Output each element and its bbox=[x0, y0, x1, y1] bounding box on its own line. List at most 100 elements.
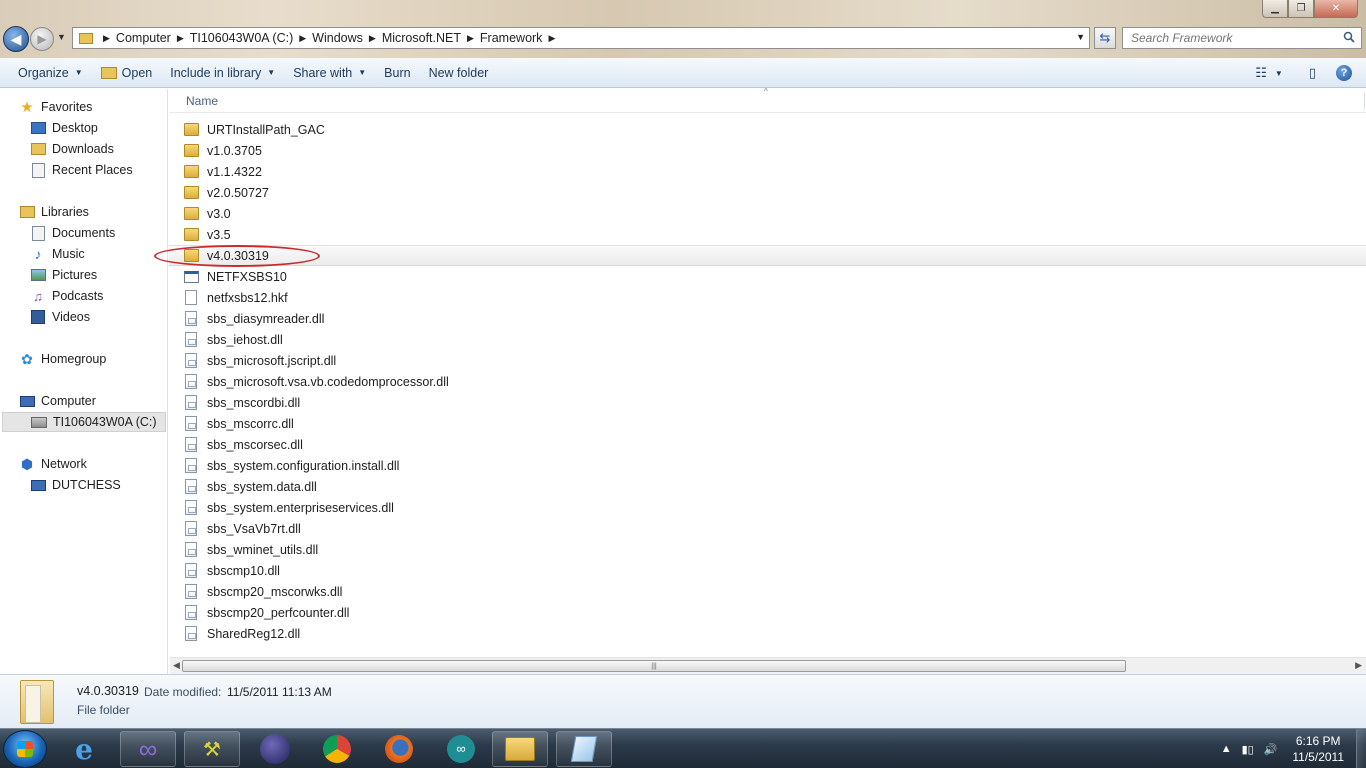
file-row[interactable]: v1.1.4322 bbox=[183, 161, 1366, 182]
sidebar-item-computer[interactable]: Computer bbox=[19, 391, 96, 411]
address-history-dropdown[interactable]: ▼ bbox=[1076, 32, 1085, 42]
sidebar-item-desktop[interactable]: Desktop bbox=[30, 118, 98, 138]
recent-places-icon bbox=[31, 162, 45, 178]
sidebar-item-homegroup[interactable]: ✿ Homegroup bbox=[19, 349, 106, 369]
scrollbar-thumb[interactable]: ||| bbox=[182, 660, 1126, 672]
file-row[interactable]: sbs_system.configuration.install.dll bbox=[183, 455, 1366, 476]
share-with-menu[interactable]: Share with ▼ bbox=[284, 58, 375, 87]
chevron-right-icon[interactable]: ▶ bbox=[299, 33, 306, 44]
change-view-icon[interactable]: ☷ bbox=[1255, 65, 1267, 81]
back-button[interactable]: ◀ bbox=[3, 26, 29, 52]
include-in-library-menu[interactable]: Include in library ▼ bbox=[161, 58, 284, 87]
file-row[interactable]: sbs_microsoft.vsa.vb.codedomprocessor.dl… bbox=[183, 371, 1366, 392]
taskbar-visual-studio[interactable]: ∞ bbox=[120, 731, 176, 767]
taskbar-chrome[interactable] bbox=[309, 731, 365, 767]
breadcrumb-computer[interactable]: Computer bbox=[116, 31, 171, 45]
taskbar-tools[interactable]: ⚒ bbox=[184, 731, 240, 767]
network-status-icon[interactable]: ▮▯ bbox=[1242, 743, 1254, 756]
sidebar-item-libraries[interactable]: Libraries bbox=[19, 202, 89, 222]
taskbar-arduino[interactable]: ∞ bbox=[433, 731, 489, 767]
preview-pane-icon[interactable]: ▯ bbox=[1309, 65, 1316, 81]
chevron-right-icon[interactable]: ▶ bbox=[548, 33, 555, 44]
sidebar-item-videos[interactable]: Videos bbox=[30, 307, 90, 327]
file-row[interactable]: sbs_mscorsec.dll bbox=[183, 434, 1366, 455]
search-box[interactable] bbox=[1122, 27, 1362, 49]
breadcrumb-drive[interactable]: TI106043W0A (C:) bbox=[190, 31, 294, 45]
file-row[interactable]: v1.0.3705 bbox=[183, 140, 1366, 161]
start-button[interactable] bbox=[3, 730, 47, 768]
file-row[interactable]: v3.5 bbox=[183, 224, 1366, 245]
column-header-name[interactable]: Name bbox=[186, 94, 218, 108]
breadcrumb-framework[interactable]: Framework bbox=[480, 31, 543, 45]
close-button[interactable]: ✕ bbox=[1314, 0, 1358, 18]
sidebar-item-downloads[interactable]: Downloads bbox=[30, 139, 114, 159]
sidebar-item-label: Computer bbox=[41, 394, 96, 408]
breadcrumb-windows[interactable]: Windows bbox=[312, 31, 363, 45]
minimize-button[interactable]: ▁ bbox=[1262, 0, 1288, 18]
file-row[interactable]: sbs_VsaVb7rt.dll bbox=[183, 518, 1366, 539]
file-row[interactable]: sbs_microsoft.jscript.dll bbox=[183, 350, 1366, 371]
chevron-right-icon[interactable]: ▶ bbox=[177, 33, 184, 44]
sidebar-item-drive-c[interactable]: TI106043W0A (C:) bbox=[2, 412, 166, 432]
file-row[interactable]: v2.0.50727 bbox=[183, 182, 1366, 203]
navigation-pane: ★ Favorites Desktop Downloads Recent Pla… bbox=[0, 89, 168, 674]
breadcrumb-microsoft-net[interactable]: Microsoft.NET bbox=[382, 31, 461, 45]
file-row[interactable]: NETFXSBS10 bbox=[183, 266, 1366, 287]
sidebar-item-podcasts[interactable]: ♫ Podcasts bbox=[30, 286, 103, 306]
refresh-button[interactable]: ⇆ bbox=[1094, 27, 1116, 49]
sidebar-item-dutchess[interactable]: DUTCHESS bbox=[30, 475, 121, 495]
file-row[interactable]: sbs_system.data.dll bbox=[183, 476, 1366, 497]
file-row[interactable]: v4.0.30319 bbox=[169, 245, 1366, 266]
share-with-label: Share with bbox=[293, 65, 353, 80]
sidebar-item-documents[interactable]: Documents bbox=[30, 223, 115, 243]
horizontal-scrollbar[interactable]: ◀ ||| ▶ bbox=[170, 657, 1366, 674]
sidebar-item-pictures[interactable]: Pictures bbox=[30, 265, 97, 285]
sidebar-item-network[interactable]: ⬢ Network bbox=[19, 454, 87, 474]
address-bar[interactable]: ▶ Computer ▶ TI106043W0A (C:) ▶ Windows … bbox=[72, 27, 1090, 49]
open-button[interactable]: Open bbox=[92, 58, 162, 87]
file-row[interactable]: sbscmp10.dll bbox=[183, 560, 1366, 581]
file-row[interactable]: sbs_system.enterpriseservices.dll bbox=[183, 497, 1366, 518]
new-folder-button[interactable]: New folder bbox=[420, 58, 498, 87]
file-row[interactable]: netfxsbs12.hkf bbox=[183, 287, 1366, 308]
volume-icon[interactable]: 🔊 bbox=[1264, 743, 1278, 756]
file-row[interactable]: SharedReg12.dll bbox=[183, 623, 1366, 644]
file-row[interactable]: sbs_wminet_utils.dll bbox=[183, 539, 1366, 560]
sidebar-item-music[interactable]: ♪ Music bbox=[30, 244, 85, 264]
file-row[interactable]: sbs_iehost.dll bbox=[183, 329, 1366, 350]
taskbar-internet-explorer[interactable]: e bbox=[56, 731, 112, 767]
file-row[interactable]: sbs_mscorrc.dll bbox=[183, 413, 1366, 434]
show-desktop-button[interactable] bbox=[1356, 729, 1366, 768]
maximize-button[interactable]: ❐ bbox=[1288, 0, 1314, 18]
file-row[interactable]: sbs_diasymreader.dll bbox=[183, 308, 1366, 329]
file-icon bbox=[183, 290, 199, 306]
file-row[interactable]: sbscmp20_mscorwks.dll bbox=[183, 581, 1366, 602]
chevron-right-icon[interactable]: ▶ bbox=[369, 33, 376, 44]
chevron-right-icon[interactable]: ▶ bbox=[467, 33, 474, 44]
organize-menu[interactable]: Organize ▼ bbox=[0, 58, 92, 87]
search-input[interactable] bbox=[1131, 31, 1331, 45]
notepad-icon bbox=[570, 736, 598, 762]
file-row[interactable]: URTInstallPath_GAC bbox=[183, 119, 1366, 140]
file-row[interactable]: v3.0 bbox=[183, 203, 1366, 224]
scroll-right-icon[interactable]: ▶ bbox=[1355, 660, 1362, 671]
search-icon[interactable] bbox=[1343, 31, 1355, 43]
taskbar-notepad[interactable] bbox=[556, 731, 612, 767]
taskbar-windows-explorer[interactable] bbox=[492, 731, 548, 767]
sidebar-item-favorites[interactable]: ★ Favorites bbox=[19, 97, 92, 117]
taskbar-firefox[interactable] bbox=[371, 731, 427, 767]
burn-button[interactable]: Burn bbox=[375, 58, 419, 87]
clock[interactable]: 6:16 PM 11/5/2011 bbox=[1292, 733, 1344, 765]
file-row[interactable]: sbs_mscordbi.dll bbox=[183, 392, 1366, 413]
show-hidden-icons-icon[interactable]: ▲ bbox=[1221, 743, 1232, 755]
help-icon[interactable]: ? bbox=[1336, 65, 1352, 81]
file-name: sbs_system.enterpriseservices.dll bbox=[207, 500, 394, 515]
chevron-right-icon[interactable]: ▶ bbox=[103, 33, 110, 44]
sidebar-item-recent-places[interactable]: Recent Places bbox=[30, 160, 133, 180]
recent-pages-dropdown[interactable]: ▼ bbox=[57, 32, 66, 42]
view-options-dropdown[interactable]: ▼ bbox=[1275, 69, 1283, 78]
scroll-left-icon[interactable]: ◀ bbox=[173, 660, 180, 671]
taskbar-eclipse[interactable] bbox=[247, 731, 303, 767]
forward-button[interactable]: ▶ bbox=[30, 27, 54, 51]
file-row[interactable]: sbscmp20_perfcounter.dll bbox=[183, 602, 1366, 623]
